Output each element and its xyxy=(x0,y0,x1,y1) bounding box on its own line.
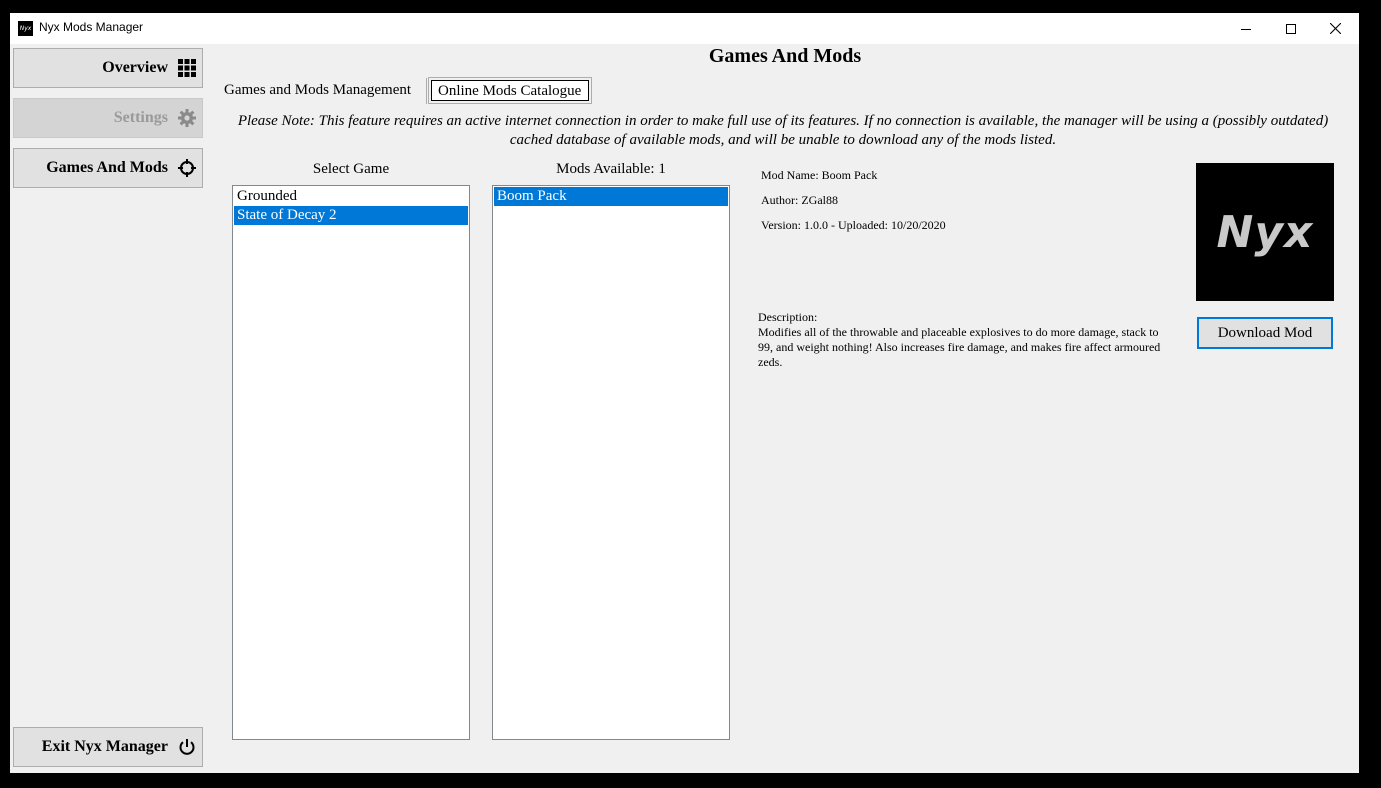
list-item[interactable]: Boom Pack xyxy=(494,187,728,206)
sidebar-item-overview[interactable]: Overview xyxy=(13,48,203,88)
app-logo-icon: Nyx xyxy=(18,21,33,36)
tab-online-mods-catalogue[interactable]: Online Mods Catalogue xyxy=(428,77,592,104)
tab-label: Online Mods Catalogue xyxy=(431,80,589,101)
mod-thumbnail: Nyx xyxy=(1196,163,1334,301)
connection-note: Please Note: This feature requires an ac… xyxy=(237,113,1329,148)
sidebar-item-label: Overview xyxy=(102,59,168,76)
title-bar[interactable]: Nyx Nyx Mods Manager xyxy=(10,13,1359,44)
tab-games-and-mods-management[interactable]: Games and Mods Management xyxy=(223,77,427,104)
mod-name: Mod Name: Boom Pack xyxy=(761,168,878,182)
download-mod-button[interactable]: Download Mod xyxy=(1197,317,1333,349)
exit-button[interactable]: Exit Nyx Manager xyxy=(13,727,203,767)
sidebar-item-label: Games And Mods xyxy=(46,159,168,176)
thumbnail-logo-text: Nyx xyxy=(1216,206,1314,258)
sidebar-item-games-and-mods[interactable]: Games And Mods xyxy=(13,148,203,188)
select-game-label: Select Game xyxy=(312,161,390,177)
maximize-icon xyxy=(1285,23,1296,34)
list-item[interactable]: Grounded xyxy=(234,187,468,206)
window-title: Nyx Mods Manager xyxy=(39,20,144,34)
tab-divider xyxy=(426,78,427,104)
grid-icon xyxy=(178,59,196,77)
crosshair-icon xyxy=(178,159,196,177)
mod-author: Author: ZGal88 xyxy=(761,193,838,207)
power-icon xyxy=(179,739,195,755)
games-listbox[interactable]: Grounded State of Decay 2 xyxy=(232,185,470,740)
minimize-icon xyxy=(1240,28,1251,30)
maximize-button[interactable] xyxy=(1268,13,1313,44)
exit-label: Exit Nyx Manager xyxy=(41,738,168,755)
mod-description: Modifies all of the throwable and placea… xyxy=(758,325,1161,369)
mods-available-label: Mods Available: 1 xyxy=(556,161,666,177)
mod-version: Version: 1.0.0 - Uploaded: 10/20/2020 xyxy=(761,218,946,232)
sidebar-item-settings[interactable]: Settings xyxy=(13,98,203,138)
sidebar-item-label: Settings xyxy=(113,109,168,126)
minimize-button[interactable] xyxy=(1223,13,1268,44)
description-label: Description: xyxy=(758,310,818,324)
mods-listbox[interactable]: Boom Pack xyxy=(492,185,730,740)
close-icon xyxy=(1330,23,1341,34)
gear-icon xyxy=(178,109,196,127)
close-button[interactable] xyxy=(1313,13,1358,44)
app-window: Nyx Nyx Mods Manager Overview Settings G… xyxy=(10,13,1359,773)
list-item[interactable]: State of Decay 2 xyxy=(234,206,468,225)
page-title: Games And Mods xyxy=(708,45,862,67)
